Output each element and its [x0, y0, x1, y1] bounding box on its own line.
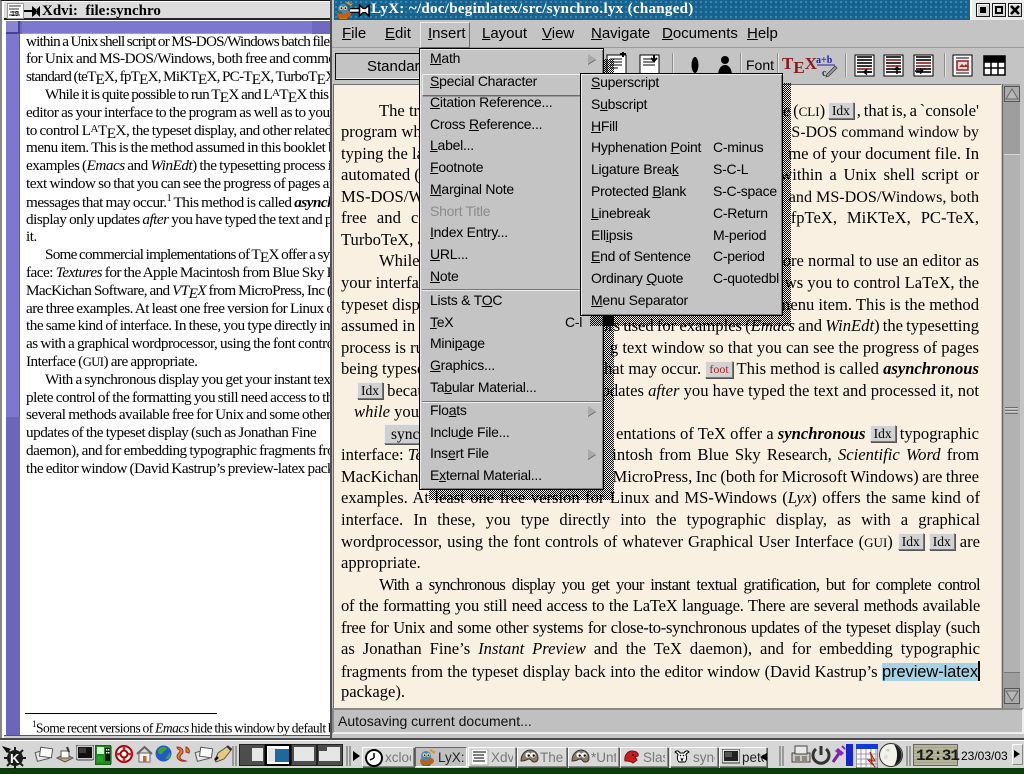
- svg-text:19: 19: [11, 11, 19, 18]
- svg-text:c: c: [822, 68, 827, 79]
- svg-text:a+b: a+b: [816, 55, 833, 66]
- svg-text:K: K: [10, 751, 20, 766]
